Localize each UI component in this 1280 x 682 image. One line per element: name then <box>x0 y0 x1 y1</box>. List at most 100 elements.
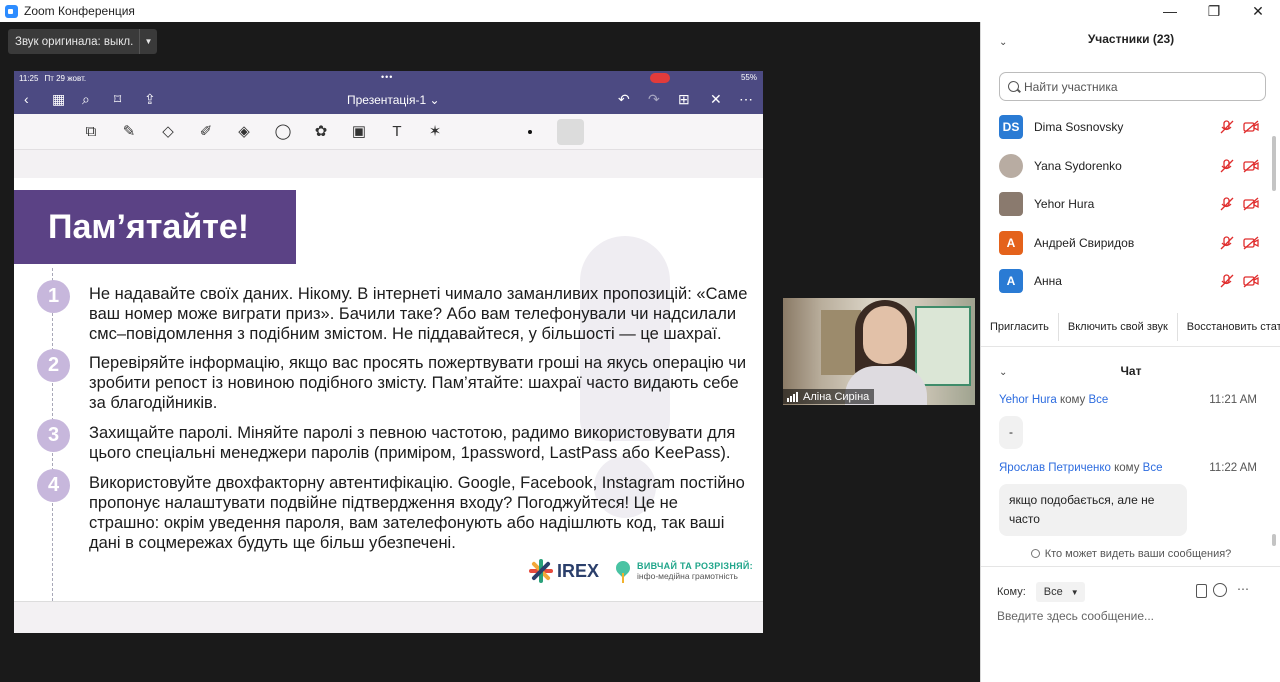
message-sender[interactable]: Ярослав Петриченко <box>999 462 1111 474</box>
message-recipient: Все <box>1142 462 1163 474</box>
participants-scrollbar[interactable] <box>1271 106 1277 296</box>
item-number: 2 <box>37 349 70 382</box>
signal-bars-icon <box>787 391 799 402</box>
chat-message: Ярослав Петриченко кому Все 11:22 AM якщ… <box>999 462 1269 536</box>
bookmark-icon[interactable]: ⌑ <box>114 90 121 108</box>
item-text: Захищайте паролі. Міняйте паролі з певно… <box>89 424 736 462</box>
muted-mic-icon[interactable] <box>1219 274 1235 288</box>
video-participant-name: Аліна Сиріна <box>803 390 870 403</box>
message-bubble: якщо подобається, але не часто <box>999 484 1187 536</box>
recipient-value: Все <box>1043 586 1063 598</box>
document-title[interactable]: Презентація-1 ⌄ <box>347 93 440 107</box>
file-icon[interactable] <box>1196 584 1207 598</box>
laser-tool-icon[interactable]: ✶ <box>425 123 445 141</box>
unmute-self-button[interactable]: Включить свой звук <box>1059 313 1178 341</box>
vyvchai-logo: ВИВЧАЙ ТА РОЗРІЗНЯЙ: інфо-медійна грамот… <box>613 559 753 583</box>
pen-size-icon[interactable] <box>528 130 532 134</box>
highlighter-tool-icon[interactable]: ✐ <box>196 123 216 141</box>
chat-message-input[interactable]: Введите здесь сообщение... <box>997 609 1154 623</box>
drawing-tools: ⧉ ✎ ◇ ✐ ◈ ◯ ✿ ▣ T ✶ <box>14 114 763 150</box>
title-bar: Zoom Конференция — ❐ ✕ <box>0 0 1280 22</box>
close-icon[interactable]: ✕ <box>1236 0 1280 22</box>
shape-tool-icon[interactable]: ◈ <box>234 123 254 141</box>
participant-row[interactable]: А Анна <box>981 262 1280 301</box>
avatar <box>999 192 1023 217</box>
muted-mic-icon[interactable] <box>1219 158 1235 173</box>
muted-mic-icon[interactable] <box>1219 197 1235 211</box>
video-off-icon[interactable] <box>1243 236 1259 250</box>
back-icon[interactable]: ‹ <box>24 90 29 108</box>
eraser-tool-icon[interactable]: ◇ <box>158 123 178 141</box>
image-tool-icon[interactable]: ▣ <box>349 123 369 141</box>
item-number: 3 <box>37 419 70 452</box>
original-sound-button[interactable]: Звук оригинала: выкл. ▼ <box>8 29 157 54</box>
video-tile[interactable]: Аліна Сиріна <box>783 298 975 405</box>
notes-app-toolbar: ‹ ▦ ⌕ ⌑ ⇪ Презентація-1 ⌄ ↶ ↷ ⊞ ✕ ⋯ <box>14 85 763 114</box>
pages-tool-icon[interactable]: ⧉ <box>81 123 101 141</box>
battery-level: 55% <box>740 73 757 82</box>
message-time: 11:21 AM <box>1209 394 1257 406</box>
participant-row[interactable]: Yehor Hura <box>981 185 1280 224</box>
participant-row[interactable]: Yana Sydorenko <box>981 147 1280 186</box>
pen-stroke-selected-icon[interactable] <box>557 119 584 145</box>
chat-visibility-info[interactable]: Кто может видеть ваши сообщения? <box>981 548 1280 560</box>
share-icon[interactable]: ⇪ <box>144 90 156 108</box>
participant-row[interactable]: А Андрей Свиридов <box>981 224 1280 263</box>
participant-search-input[interactable]: Найти участника <box>999 72 1266 101</box>
more-icon[interactable]: ⋯ <box>1237 582 1249 596</box>
chat-visibility-text: Кто может видеть ваши сообщения? <box>1044 548 1232 560</box>
pen-tool-icon[interactable]: ✎ <box>119 123 139 141</box>
undo-icon[interactable]: ↶ <box>618 90 630 108</box>
leaf-logo-icon <box>613 559 633 583</box>
video-off-icon[interactable] <box>1243 120 1259 134</box>
divider <box>981 566 1280 567</box>
avatar: DS <box>999 115 1023 140</box>
muted-mic-icon[interactable] <box>1219 120 1235 134</box>
participants-list: DS Dima Sosnovsky Yana Sydorenko Yehor H… <box>981 108 1280 301</box>
add-page-icon[interactable]: ⊞ <box>678 90 690 108</box>
participant-row[interactable]: DS Dima Sosnovsky <box>981 108 1280 147</box>
irex-logo-text: IREX <box>557 560 600 581</box>
presentation-slide: Пам’ятайте! 1 Не надавайте своїх даних. … <box>14 178 763 601</box>
muted-mic-icon[interactable] <box>1219 235 1235 250</box>
irex-logo-icon <box>529 559 553 583</box>
redo-icon[interactable]: ↷ <box>648 90 660 108</box>
participants-title: Участники (23) <box>1087 32 1175 46</box>
chevron-down-icon[interactable]: ▼ <box>139 29 157 54</box>
participant-name: Андрей Свиридов <box>1034 235 1135 250</box>
chat-scrollbar[interactable] <box>1271 394 1277 574</box>
emoji-icon[interactable] <box>1213 583 1227 597</box>
text-tool-icon[interactable]: T <box>387 123 407 141</box>
slide-heading-banner: Пам’ятайте! <box>14 190 296 264</box>
participant-actions: Пригласить Включить свой звук Восстанови… <box>981 313 1280 341</box>
side-panel: ⌄ Участники (23) Найти участника DS Dima… <box>980 22 1280 682</box>
recipient-select[interactable]: Все ▼ <box>1035 582 1085 602</box>
more-icon[interactable]: ⋯ <box>739 90 753 108</box>
video-off-icon[interactable] <box>1243 274 1259 288</box>
grid-icon[interactable]: ▦ <box>52 90 65 108</box>
original-sound-label: Звук оригинала: выкл. <box>15 35 134 48</box>
avatar: А <box>999 269 1023 294</box>
chat-message: Yehor Hura кому Все 11:21 AM - <box>999 394 1269 449</box>
lasso-tool-icon[interactable]: ◯ <box>273 123 293 141</box>
video-off-icon[interactable] <box>1243 197 1259 211</box>
search-icon[interactable]: ⌕ <box>82 90 90 108</box>
participant-name: Yehor Hura <box>1034 197 1095 212</box>
close-doc-icon[interactable]: ✕ <box>710 90 722 108</box>
multitask-dots-icon: ••• <box>381 72 394 82</box>
maximize-icon[interactable]: ❐ <box>1192 0 1236 22</box>
message-sender[interactable]: Yehor Hura <box>999 394 1057 406</box>
minimize-icon[interactable]: — <box>1148 0 1192 22</box>
message-recipient: Все <box>1088 394 1109 406</box>
sticker-tool-icon[interactable]: ✿ <box>311 123 331 141</box>
restore-status-button[interactable]: Восстановить статус <box>1178 313 1280 341</box>
recording-icon <box>650 73 670 83</box>
window-title: Zoom Конференция <box>24 4 135 18</box>
item-number: 4 <box>37 469 70 502</box>
video-off-icon[interactable] <box>1243 159 1259 173</box>
invite-button[interactable]: Пригласить <box>981 313 1059 341</box>
partner-logos: IREX ВИВЧАЙ ТА РОЗРІЗНЯЙ: інфо-медійна г… <box>529 556 753 586</box>
person-icon <box>1030 549 1040 558</box>
slide-heading: Пам’ятайте! <box>48 207 250 246</box>
message-time: 11:22 AM <box>1209 462 1257 474</box>
